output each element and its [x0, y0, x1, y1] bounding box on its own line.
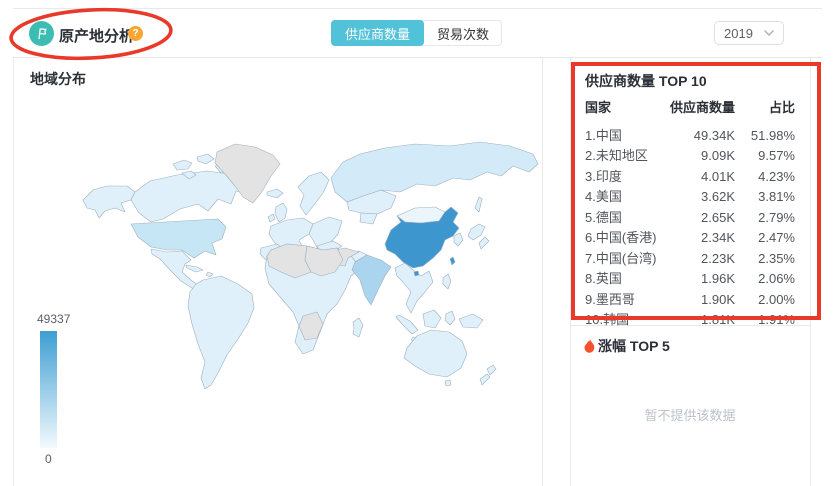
top10-col-share: 占比 [768, 100, 795, 115]
tab-supplier-count[interactable]: 供应商数量 [331, 20, 425, 46]
growth-title-text: 涨幅 TOP 5 [598, 338, 670, 354]
table-row: 8.英国 1.96K 2.06% [585, 269, 795, 290]
cell-country: 2.未知地区 [585, 148, 648, 163]
cell-value: 1.81K [701, 312, 735, 327]
map-card-left-border [13, 57, 14, 486]
legend-gradient-bar [40, 331, 57, 453]
cell-country: 4.美国 [585, 189, 622, 204]
map-country-india [351, 254, 392, 306]
cell-share: 4.23% [758, 168, 795, 184]
cell-value: 2.34K [701, 230, 735, 245]
cell-share: 2.47% [758, 230, 795, 245]
cell-share: 3.81% [758, 189, 795, 204]
cell-country: 7.中国(台湾) [585, 250, 657, 266]
analysis-section-icon [29, 21, 54, 46]
legend-max-label: 49337 [37, 312, 71, 326]
cell-share: 9.57% [758, 148, 795, 163]
top10-table: 国家 供应商数量 占比 1.中国 49.34K 51.98% 2.未知地区 9.… [585, 98, 795, 331]
cell-value: 4.01K [701, 168, 735, 184]
metric-tabs: 供应商数量 贸易次数 [331, 20, 503, 46]
year-select-value: 2019 [724, 25, 753, 41]
cell-share: 1.91% [758, 312, 795, 327]
cell-country: 1.中国 [585, 127, 622, 143]
cell-value: 9.09K [701, 148, 735, 163]
cell-value: 2.23K [701, 250, 735, 266]
flame-icon [584, 338, 595, 353]
cell-country: 10.韩国 [585, 312, 630, 327]
cell-country: 8.英国 [585, 271, 622, 286]
divider-top [13, 8, 822, 9]
table-row: 1.中国 49.34K 51.98% [585, 126, 795, 147]
cell-country: 6.中国(香港) [585, 230, 657, 245]
map-card-right-border [542, 57, 543, 486]
table-row: 10.韩国 1.81K 1.91% [585, 310, 795, 331]
cell-share: 2.79% [758, 209, 795, 225]
cell-share: 51.98% [750, 127, 795, 143]
table-row: 3.印度 4.01K 4.23% [585, 167, 795, 188]
table-row: 7.中国(台湾) 2.23K 2.35% [585, 249, 795, 270]
table-row: 6.中国(香港) 2.34K 2.47% [585, 228, 795, 249]
cell-share: 2.06% [758, 271, 795, 286]
cell-country: 3.印度 [585, 168, 622, 184]
map-title: 地域分布 [30, 71, 86, 87]
cell-country: 5.德国 [585, 209, 622, 225]
year-select[interactable]: 2019 [714, 21, 784, 45]
cell-value: 49.34K [693, 127, 735, 143]
top10-col-value: 供应商数量 [669, 100, 735, 115]
table-row: 4.美国 3.62K 3.81% [585, 187, 795, 208]
right-card-right-border [810, 57, 811, 486]
chevron-down-icon [764, 30, 774, 36]
help-icon[interactable]: ? [128, 26, 143, 41]
table-header-row: 国家 供应商数量 占比 [585, 98, 795, 119]
tab-trade-count[interactable]: 贸易次数 [421, 20, 503, 46]
cell-value: 2.65K [701, 209, 735, 225]
top10-col-country: 国家 [585, 100, 612, 115]
empty-data-text: 暂不提供该数据 [644, 408, 736, 423]
map-country-russia [330, 141, 539, 203]
cell-share: 2.35% [758, 250, 795, 266]
cell-country: 9.墨西哥 [585, 291, 635, 307]
divider-header [13, 57, 822, 58]
top10-title: 供应商数量 TOP 10 [585, 73, 707, 89]
cell-value: 1.90K [701, 291, 735, 307]
growth-title: 涨幅 TOP 5 [583, 336, 670, 356]
table-row: 9.墨西哥 1.90K 2.00% [585, 290, 795, 311]
page-title: 原产地分析 [59, 28, 135, 45]
table-row: 2.未知地区 9.09K 9.57% [585, 146, 795, 167]
cell-value: 3.62K [701, 189, 735, 204]
cell-share: 2.00% [758, 291, 795, 307]
flag-icon [38, 28, 47, 40]
map-country-mongolia [396, 206, 446, 224]
world-map[interactable] [55, 100, 540, 433]
cell-value: 1.96K [701, 271, 735, 286]
legend-min-label: 0 [45, 452, 52, 466]
table-row: 5.德国 2.65K 2.79% [585, 208, 795, 229]
